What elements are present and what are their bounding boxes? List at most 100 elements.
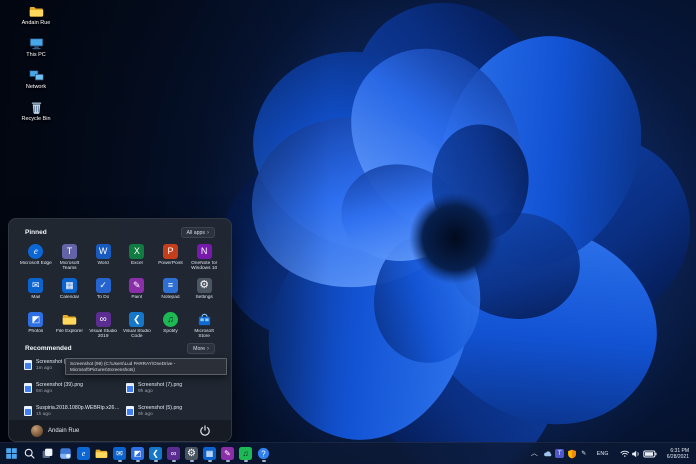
vscode-icon: ❮ [149, 447, 162, 460]
pinned-app-store[interactable]: Microsoft Store [187, 310, 221, 341]
system-tray: ︿ T ✎ ENG [529, 446, 693, 462]
windows-logo-icon [5, 447, 18, 460]
taskbar-buttons: e ✉◩❮∞⚙ ▦✎♫? [3, 445, 272, 463]
onedrive-icon[interactable] [543, 449, 553, 459]
network-icon [29, 68, 44, 83]
pinned-app-label: Mail [31, 295, 40, 306]
pinned-app-label: PowerPoint [158, 261, 183, 272]
pinned-app-powerpoint[interactable]: P PowerPoint [154, 242, 188, 273]
taskbar-button-paint[interactable]: ✎ [219, 445, 236, 463]
image-file-icon [24, 360, 32, 370]
tooltip-line-2: Microsoft\Pictures\Screenshots) [70, 367, 222, 373]
pinned-app-edge[interactable]: eMicrosoft Edge [19, 242, 53, 273]
widgets-icon [59, 447, 72, 460]
powerpoint-icon: P [163, 244, 178, 259]
all-apps-label: All apps [187, 230, 205, 236]
taskbar: e✉◩❮∞⚙▦✎♫? ︿ T✎ ENG [0, 442, 696, 464]
hidden-icons-button[interactable]: ︿ [529, 446, 540, 462]
avatar [31, 425, 43, 437]
pen-icon[interactable]: ✎ [579, 449, 589, 459]
pinned-app-teams[interactable]: TMicrosoft Teams [53, 242, 87, 273]
pinned-app-photos[interactable]: ◩Photos [19, 310, 53, 341]
pinned-app-vscode[interactable]: ❮Visual Studio Code [120, 310, 154, 341]
recommended-item-title: Suspiria.2018.1080p.WEBRip.x264-[...] [36, 405, 120, 411]
excel-icon: X [129, 244, 144, 259]
taskbar-button-vscode[interactable]: ❮ [147, 445, 164, 463]
desktop-icon-label: Network [26, 84, 46, 90]
pinned-app-label: Visual Studio 2019 [87, 329, 119, 340]
start-menu-footer: Andain Rue [9, 420, 231, 441]
desktop-icon-list: Andain Rue This PC Network Recycle Bin [8, 2, 64, 124]
calendar-icon: ▦ [62, 278, 77, 293]
teams-icon: T [62, 244, 77, 259]
svg-text:?: ? [261, 449, 266, 458]
taskbar-button-search[interactable] [21, 445, 38, 463]
pinned-app-word[interactable]: WWord [86, 242, 120, 273]
recommended-item[interactable]: Screenshot (39).png5m ago [21, 380, 123, 401]
pinned-app-notepad[interactable]: ≡Notepad [154, 276, 188, 307]
pinned-app-label: Paint [131, 295, 142, 306]
pinned-app-excel[interactable]: XExcel [120, 242, 154, 273]
desktop-icon-this-pc[interactable]: This PC [8, 34, 64, 60]
this-pc-icon [29, 36, 44, 51]
chevron-up-icon: ︿ [531, 450, 538, 457]
calendar-icon: ▦ [203, 447, 216, 460]
power-icon [198, 424, 212, 438]
desktop: Andain Rue This PC Network Recycle Bin Pinn… [0, 0, 696, 464]
pinned-app-paint[interactable]: ✎Paint [120, 276, 154, 307]
recommended-item-title: Screenshot (39).png [36, 382, 83, 388]
defender-shield-icon[interactable] [567, 449, 577, 459]
recommended-item-meta: 9h ago [138, 412, 182, 417]
taskbar-button-visual-studio[interactable]: ∞ [165, 445, 182, 463]
recommended-item[interactable]: Screenshot (7).png9h ago [123, 380, 224, 401]
taskbar-button-mail[interactable]: ✉ [111, 445, 128, 463]
recommended-item-meta: 9h ago [138, 389, 182, 394]
teams-tray-icon: T [555, 449, 564, 458]
pinned-apps-grid: eMicrosoft EdgeTMicrosoft TeamsWWordXExc… [9, 238, 231, 341]
pinned-app-todo[interactable]: ✓To Do [86, 276, 120, 307]
desktop-icon-label: Andain Rue [22, 20, 51, 26]
pinned-heading: Pinned [25, 229, 47, 236]
settings-icon: ⚙ [185, 447, 198, 460]
pinned-app-mail[interactable]: ✉Mail [19, 276, 53, 307]
taskbar-button-settings[interactable]: ⚙ [183, 445, 200, 463]
taskbar-button-spotify[interactable]: ♫ [237, 445, 254, 463]
all-apps-button[interactable]: All apps › [181, 227, 215, 238]
settings-icon: ⚙ [197, 278, 212, 293]
taskbar-button-edge[interactable]: e [75, 445, 92, 463]
taskbar-button-task-view[interactable] [39, 445, 56, 463]
pinned-app-calendar[interactable]: ▦Calendar [53, 276, 87, 307]
taskbar-button-calendar[interactable]: ▦ [201, 445, 218, 463]
more-button[interactable]: More › [187, 343, 215, 354]
search-icon [23, 447, 36, 460]
file-explorer-icon [95, 447, 108, 460]
desktop-icon-recycle-bin[interactable]: Recycle Bin [8, 98, 64, 124]
user-profile-button[interactable]: Andain Rue [27, 423, 83, 439]
taskbar-button-file-explorer[interactable] [93, 445, 110, 463]
language-indicator[interactable]: ENG [592, 446, 614, 462]
user-name: Andain Rue [48, 428, 79, 434]
recommended-item-meta: 5m ago [36, 389, 83, 394]
onenote-icon: N [197, 244, 212, 259]
pinned-app-spotify[interactable]: ♫Spotify [154, 310, 188, 341]
pinned-app-onenote[interactable]: NOneNote for Windows 10 [187, 242, 221, 273]
pinned-app-visual-studio[interactable]: ∞Visual Studio 2019 [86, 310, 120, 341]
pinned-app-label: File Explorer [56, 329, 83, 340]
taskbar-button-get-help[interactable]: ? [255, 445, 272, 463]
network-volume-battery-button[interactable] [617, 446, 660, 462]
pinned-app-settings[interactable]: ⚙Settings [187, 276, 221, 307]
pen-icon: ✎ [579, 449, 588, 458]
taskbar-button-start[interactable] [3, 445, 20, 463]
desktop-icon-andain-rue[interactable]: Andain Rue [8, 2, 64, 28]
pinned-app-file-explorer[interactable]: File Explorer [53, 310, 87, 341]
pinned-app-label: Visual Studio Code [121, 329, 153, 340]
clock[interactable]: 6:31 PM 6/28/2021 [663, 448, 693, 460]
desktop-icon-network[interactable]: Network [8, 66, 64, 92]
taskbar-button-photos[interactable]: ◩ [129, 445, 146, 463]
help-icon: ? [257, 447, 270, 460]
teams-tray-icon[interactable]: T [555, 449, 565, 459]
store-icon [197, 312, 212, 327]
power-button[interactable] [197, 423, 213, 439]
taskbar-button-widgets[interactable] [57, 445, 74, 463]
notepad-icon: ≡ [163, 278, 178, 293]
